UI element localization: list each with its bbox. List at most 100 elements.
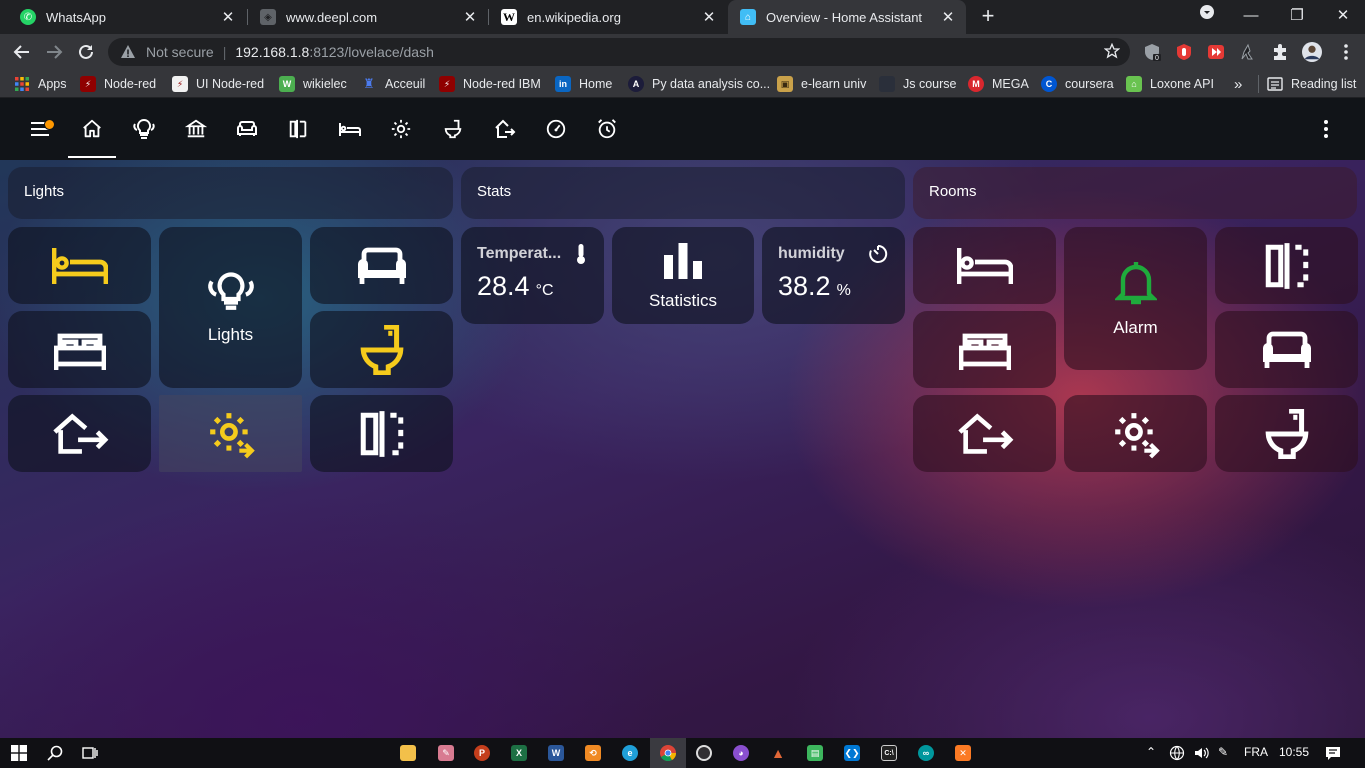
vscode-icon[interactable]: ❮❯ <box>842 743 862 763</box>
maximize-button[interactable]: ❐ <box>1282 4 1312 28</box>
volume-icon[interactable] <box>1193 745 1209 764</box>
extension-red-hand-icon[interactable] <box>1174 42 1194 62</box>
view-tab-bedroom[interactable] <box>338 117 362 141</box>
bookmark-mega[interactable]: M MEGA <box>968 75 1029 93</box>
reading-list-button[interactable]: Reading list <box>1258 75 1356 93</box>
room-settings-card[interactable] <box>1064 395 1207 472</box>
light-settings-card[interactable] <box>159 395 302 472</box>
room-home-export-card[interactable] <box>913 395 1056 472</box>
warning-icon[interactable] <box>120 44 136 60</box>
view-tab-settings[interactable] <box>389 117 413 141</box>
room-bedroom-card[interactable] <box>913 227 1056 304</box>
search-icon[interactable] <box>45 743 65 763</box>
bookmark-star-icon[interactable] <box>1103 42 1121 62</box>
matlab-icon[interactable]: ▲ <box>768 743 788 763</box>
tab-whatsapp[interactable]: ✆ WhatsApp ✕ <box>8 0 246 34</box>
new-tab-button[interactable]: + <box>976 5 1000 29</box>
close-icon[interactable]: ✕ <box>220 9 236 26</box>
view-tab-bathroom[interactable] <box>441 117 465 141</box>
show-hidden-icons[interactable]: ⌃ <box>1146 745 1156 759</box>
light-group-card[interactable]: Lights <box>159 227 302 388</box>
bookmark-home[interactable]: in Home <box>555 75 612 93</box>
file-app-icon[interactable]: ▤ <box>805 743 825 763</box>
room-bathroom-card[interactable] <box>1215 395 1358 472</box>
view-tab-door[interactable] <box>286 117 310 141</box>
address-bar[interactable]: Not secure | 192.168.1.8 :8123/lovelace/… <box>108 38 1130 66</box>
bookmark-e-learn[interactable]: ▣ e-learn univ <box>777 75 866 93</box>
notification-center-icon[interactable] <box>1325 745 1341 764</box>
minimize-button[interactable]: — <box>1236 4 1266 28</box>
alarm-card[interactable]: Alarm <box>1064 227 1207 370</box>
chrome-icon[interactable] <box>658 743 678 763</box>
paint-icon[interactable]: ✎ <box>436 743 456 763</box>
light-home-export-card[interactable] <box>8 395 151 472</box>
xampp-icon[interactable]: ✕ <box>953 743 973 763</box>
light-bedroom-card[interactable] <box>8 227 151 304</box>
ha-overflow-menu-icon[interactable] <box>1314 117 1338 141</box>
room-door-card[interactable] <box>1215 227 1358 304</box>
light-living-room-card[interactable] <box>310 227 453 304</box>
close-icon[interactable]: ✕ <box>462 9 478 26</box>
reload-button[interactable] <box>74 40 98 64</box>
bookmark-loxone-api[interactable]: ⌂ Loxone API <box>1126 75 1214 93</box>
back-button[interactable] <box>10 40 34 64</box>
tab-home-assistant[interactable]: ⌂ Overview - Home Assistant ✕ <box>728 0 966 34</box>
bookmark-wikielec[interactable]: W wikielec <box>279 75 347 93</box>
extension-shield-icon[interactable]: 0 <box>1142 42 1162 62</box>
view-tab-home-export[interactable] <box>492 117 516 141</box>
extensions-puzzle-icon[interactable] <box>1270 42 1290 62</box>
bookmark-node-red[interactable]: ⚡ Node-red <box>80 75 156 93</box>
view-tab-alarm[interactable] <box>595 117 619 141</box>
view-tab-gauge[interactable] <box>544 117 568 141</box>
tab-deepl[interactable]: ◈ www.deepl.com ✕ <box>248 0 488 34</box>
view-tab-home[interactable] <box>80 117 104 141</box>
humidity-sensor-card[interactable]: humidity 38.2% <box>762 227 905 324</box>
room-living-room-card[interactable] <box>1215 311 1358 388</box>
light-door-card[interactable] <box>310 395 453 472</box>
bookmark-apps[interactable]: Apps <box>14 75 67 93</box>
view-tab-sofa[interactable] <box>235 117 259 141</box>
bookmark-js-course[interactable]: Js course <box>879 75 957 93</box>
file-explorer-icon[interactable] <box>398 743 418 763</box>
office-app-icon[interactable]: ⟲ <box>583 743 603 763</box>
light-bathroom-card[interactable] <box>310 311 453 388</box>
tab-wikipedia[interactable]: W en.wikipedia.org ✕ <box>489 0 727 34</box>
more-bookmarks-button[interactable]: » <box>1234 75 1242 93</box>
powerpoint-icon[interactable]: P <box>472 743 492 763</box>
temperature-sensor-card[interactable]: Temperat... 28.4 °C <box>461 227 604 324</box>
statistics-card[interactable]: Statistics <box>612 227 754 324</box>
github-desktop-icon[interactable]: ◕ <box>731 743 751 763</box>
obs-icon[interactable] <box>694 743 714 763</box>
edge-icon[interactable]: e <box>620 743 640 763</box>
security-label[interactable]: Not secure <box>146 44 214 60</box>
extension-media-icon[interactable] <box>1206 42 1226 62</box>
close-icon[interactable]: ✕ <box>940 9 956 26</box>
word-icon[interactable]: W <box>546 743 566 763</box>
excel-icon[interactable]: X <box>509 743 529 763</box>
bookmark-acceuil[interactable]: ♜ Acceuil <box>361 75 425 93</box>
tab-search-icon[interactable] <box>1192 4 1222 28</box>
bookmark-ui-node-red[interactable]: ⚡ UI Node-red <box>172 75 264 93</box>
network-globe-icon[interactable] <box>1169 745 1185 764</box>
light-bed-card[interactable] <box>8 311 151 388</box>
bookmark-coursera[interactable]: C coursera <box>1041 75 1114 93</box>
view-tab-bank[interactable] <box>184 117 208 141</box>
menu-dots-icon[interactable] <box>1336 42 1356 62</box>
forward-button[interactable] <box>42 40 66 64</box>
close-icon[interactable]: ✕ <box>701 9 717 26</box>
bookmark-node-red-ibm[interactable]: ⚡ Node-red IBM <box>439 75 541 93</box>
arduino-icon[interactable]: ∞ <box>916 743 936 763</box>
room-bed-card[interactable] <box>913 311 1056 388</box>
clock-time[interactable]: 10:55 <box>1279 745 1309 759</box>
pen-icon[interactable]: ✎ <box>1218 745 1228 759</box>
bookmark-py-data[interactable]: A Py data analysis co... <box>628 75 770 93</box>
profile-avatar[interactable] <box>1302 42 1322 62</box>
terminal-icon[interactable]: C:\ <box>879 743 899 763</box>
divider: | <box>222 44 227 60</box>
extension-figure-icon[interactable] <box>1238 42 1258 62</box>
task-view-icon[interactable] <box>80 743 100 763</box>
input-language[interactable]: FRA <box>1244 745 1268 759</box>
view-tab-lights[interactable] <box>132 117 156 141</box>
window-close-button[interactable]: ✕ <box>1328 4 1358 28</box>
windows-start-icon[interactable] <box>9 743 29 763</box>
